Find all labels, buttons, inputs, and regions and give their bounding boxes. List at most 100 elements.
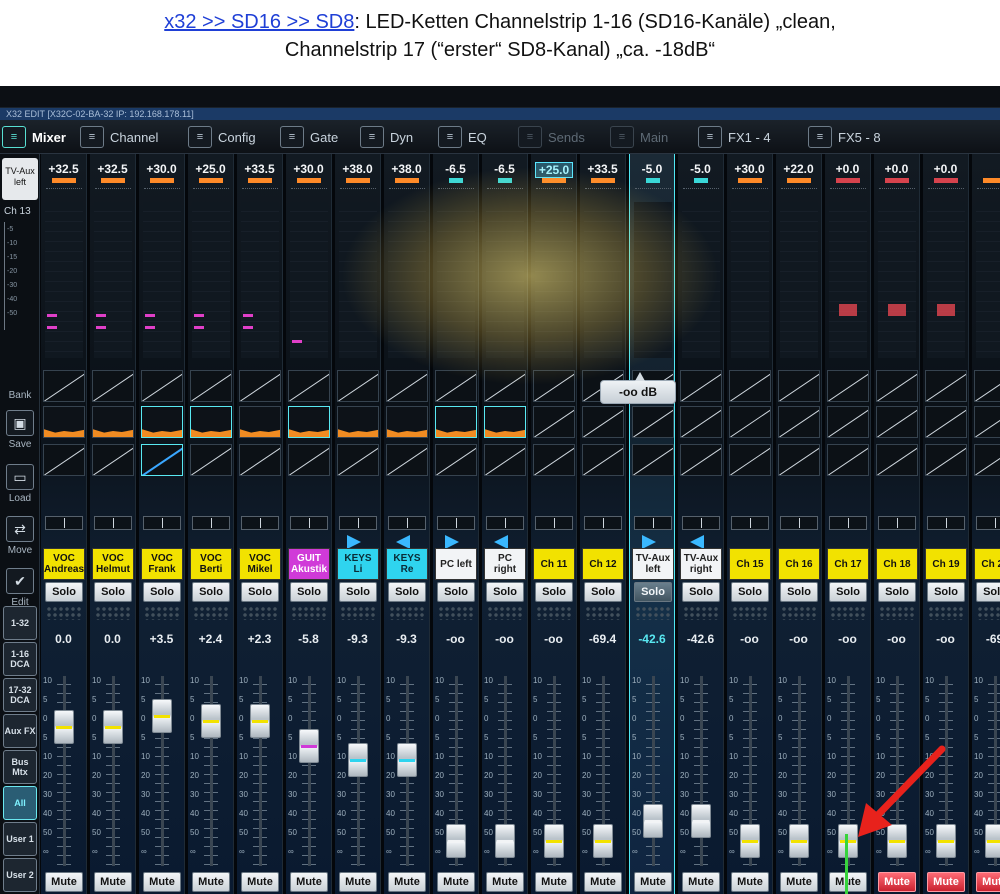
channel-name[interactable]: GUIT Akustik [288, 548, 330, 580]
mute-button[interactable]: Mute [878, 872, 916, 892]
pan-indicator[interactable] [682, 516, 720, 530]
caption-link[interactable]: x32 >> SD16 >> SD8 [164, 11, 354, 33]
fader-handle[interactable] [740, 824, 760, 859]
pan-indicator[interactable] [192, 516, 230, 530]
channel-name[interactable]: Ch 11 [533, 548, 575, 580]
mute-button[interactable]: Mute [290, 872, 328, 892]
solo-button[interactable]: Solo [94, 582, 132, 602]
tab-eq[interactable]: ≡ EQ [438, 123, 487, 151]
eq-curve[interactable] [974, 406, 1000, 438]
filter-user-1[interactable]: User 1 [3, 822, 37, 856]
gate-curve[interactable] [876, 370, 918, 402]
eq-curve[interactable] [632, 406, 674, 438]
fader-handle[interactable] [446, 824, 466, 859]
fader-handle[interactable] [495, 824, 515, 859]
gain-value[interactable]: +0.0 [825, 162, 870, 176]
mute-button[interactable]: Mute [45, 872, 83, 892]
pan-indicator[interactable] [535, 516, 573, 530]
eq-curve[interactable] [190, 406, 232, 438]
fader-handle[interactable] [544, 824, 564, 859]
fader-handle[interactable] [789, 824, 809, 859]
pan-indicator[interactable] [976, 516, 1000, 530]
pan-indicator[interactable] [290, 516, 328, 530]
filter-user-2[interactable]: User 2 [3, 858, 37, 892]
tab-config[interactable]: ≡ Config [188, 123, 256, 151]
gate-curve[interactable] [92, 370, 134, 402]
gain-value[interactable]: -5.0 [678, 162, 723, 176]
dyn-curve[interactable] [435, 444, 477, 476]
move-button[interactable]: ⇄ Move [3, 516, 37, 556]
mute-button[interactable]: Mute [388, 872, 426, 892]
pan-indicator[interactable] [829, 516, 867, 530]
mute-button[interactable]: Mute [143, 872, 181, 892]
eq-curve[interactable] [827, 406, 869, 438]
solo-button[interactable]: Solo [192, 582, 230, 602]
fader-handle[interactable] [348, 743, 368, 778]
channel-name[interactable]: TV-Aux right [680, 548, 722, 580]
pan-indicator[interactable] [45, 516, 83, 530]
dyn-curve[interactable] [288, 444, 330, 476]
dyn-curve[interactable] [239, 444, 281, 476]
dyn-curve[interactable] [43, 444, 85, 476]
channel-name[interactable]: PC left [435, 548, 477, 580]
eq-curve[interactable] [729, 406, 771, 438]
gain-value[interactable]: +33.5 [237, 162, 282, 176]
mute-button[interactable]: Mute [339, 872, 377, 892]
fader-handle[interactable] [152, 699, 172, 734]
eq-curve[interactable] [337, 406, 379, 438]
channel-name[interactable]: Ch 12 [582, 548, 624, 580]
solo-button[interactable]: Solo [927, 582, 965, 602]
solo-button[interactable]: Solo [45, 582, 83, 602]
mute-button[interactable]: Mute [731, 872, 769, 892]
dyn-curve[interactable] [92, 444, 134, 476]
pan-indicator[interactable] [927, 516, 965, 530]
gain-value[interactable]: +38.0 [335, 162, 380, 176]
channel-name[interactable]: KEYS Li [337, 548, 379, 580]
filter-bus-mtx[interactable]: Bus Mtx [3, 750, 37, 784]
channel-name[interactable]: Ch 15 [729, 548, 771, 580]
solo-button[interactable]: Solo [486, 582, 524, 602]
dyn-curve[interactable] [337, 444, 379, 476]
gain-value[interactable]: +33.5 [580, 162, 625, 176]
eq-curve[interactable] [876, 406, 918, 438]
fader-handle[interactable] [985, 824, 1000, 859]
channel-name[interactable]: Ch 20 [974, 548, 1000, 580]
pan-indicator[interactable] [486, 516, 524, 530]
gain-value[interactable]: -5.0 [630, 162, 674, 176]
gain-value[interactable]: +25.0 [188, 162, 233, 176]
eq-curve[interactable] [239, 406, 281, 438]
gain-value[interactable]: +30.0 [727, 162, 772, 176]
gain-value[interactable]: +32.5 [90, 162, 135, 176]
pan-indicator[interactable] [339, 516, 377, 530]
dyn-curve[interactable] [729, 444, 771, 476]
fader-handle[interactable] [691, 803, 711, 838]
solo-button[interactable]: Solo [143, 582, 181, 602]
mute-button[interactable]: Mute [976, 872, 1000, 892]
solo-button[interactable]: Solo [535, 582, 573, 602]
mute-button[interactable]: Mute [94, 872, 132, 892]
pan-indicator[interactable] [731, 516, 769, 530]
eq-curve[interactable] [386, 406, 428, 438]
gate-curve[interactable] [974, 370, 1000, 402]
pan-indicator[interactable] [780, 516, 818, 530]
eq-curve[interactable] [778, 406, 820, 438]
mute-button[interactable]: Mute [241, 872, 279, 892]
dyn-curve[interactable] [190, 444, 232, 476]
eq-curve[interactable] [92, 406, 134, 438]
fader-handle[interactable] [643, 803, 663, 838]
tab-dyn[interactable]: ≡ Dyn [360, 123, 413, 151]
tab-sends[interactable]: ≡ Sends [518, 123, 585, 151]
dyn-curve[interactable] [533, 444, 575, 476]
gate-curve[interactable] [386, 370, 428, 402]
channel-name[interactable]: Ch 19 [925, 548, 967, 580]
gain-value[interactable]: +22.0 [776, 162, 821, 176]
mute-button[interactable]: Mute [535, 872, 573, 892]
mute-button[interactable]: Mute [584, 872, 622, 892]
mute-button[interactable]: Mute [634, 872, 672, 892]
pan-indicator[interactable] [634, 516, 672, 530]
tab-gate[interactable]: ≡ Gate [280, 123, 338, 151]
solo-button[interactable]: Solo [437, 582, 475, 602]
mute-button[interactable]: Mute [927, 872, 965, 892]
channel-name[interactable]: PC right [484, 548, 526, 580]
gain-value[interactable]: +0.0 [874, 162, 919, 176]
